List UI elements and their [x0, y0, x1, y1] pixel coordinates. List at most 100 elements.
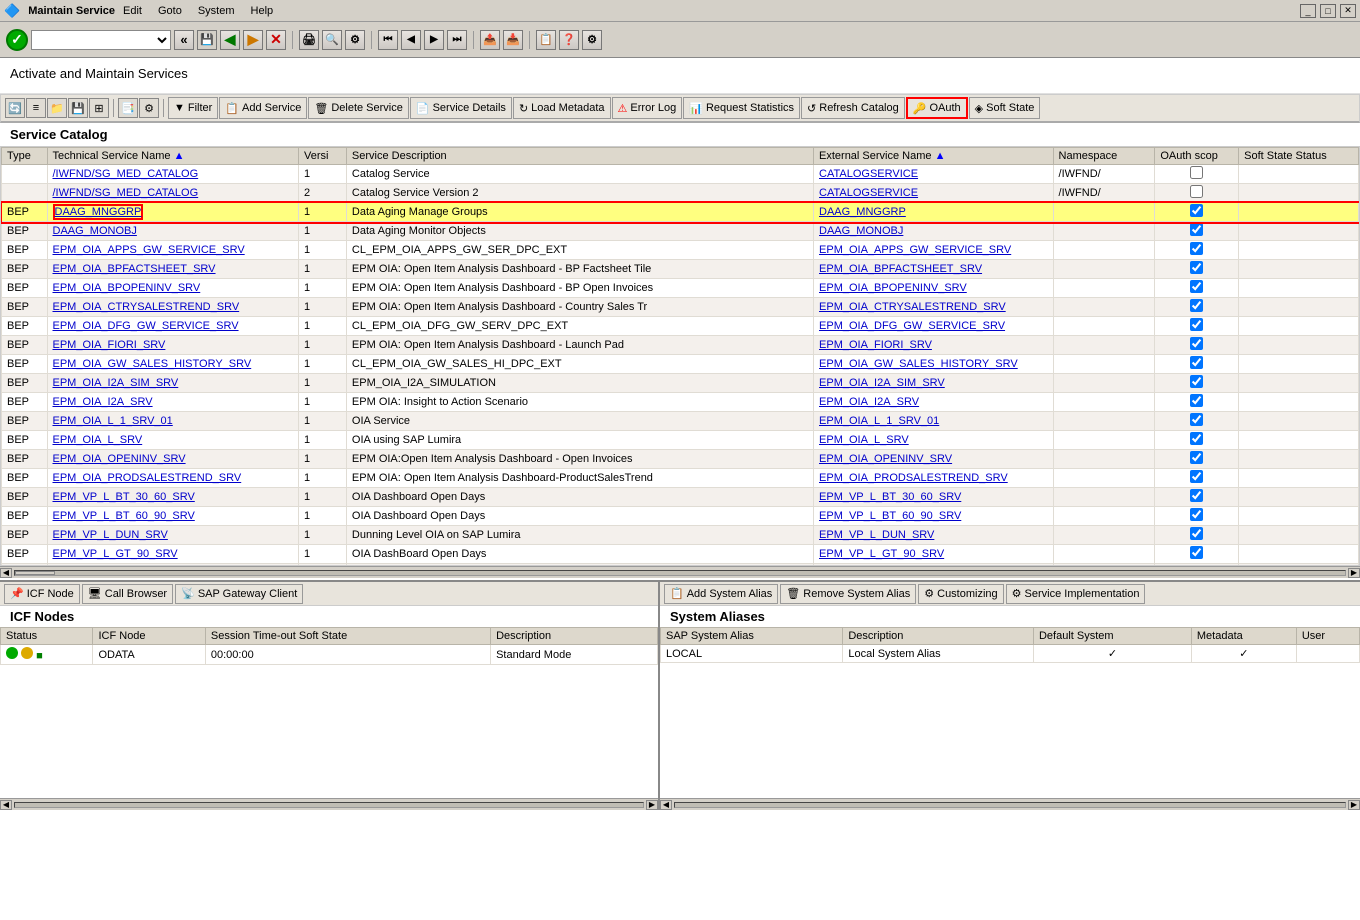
oauth-cell[interactable]	[1155, 488, 1239, 507]
tsn-cell[interactable]: EPM_OIA_L_SRV	[47, 431, 299, 450]
tsn-cell[interactable]: EPM_OIA_I2A_SRV	[47, 393, 299, 412]
esn-cell[interactable]: EPM_OIA_DFG_GW_SERVICE_SRV	[814, 317, 1054, 336]
menu-goto[interactable]: Goto	[158, 5, 182, 17]
table-row[interactable]: BEPDAAG_MNGGRP1Data Aging Manage GroupsD…	[2, 203, 1359, 222]
filter-icon-btn[interactable]: 🔄	[5, 98, 25, 118]
oauth-cell[interactable]	[1155, 355, 1239, 374]
esn-cell[interactable]: EPM_OIA_I2A_SRV	[814, 393, 1054, 412]
oauth-cell[interactable]	[1155, 165, 1239, 184]
oauth-checkbox[interactable]	[1190, 261, 1203, 274]
scroll-right-button[interactable]: ▶	[1348, 568, 1360, 578]
oauth-checkbox[interactable]	[1190, 299, 1203, 312]
esn-cell[interactable]: EPM_OIA_FIORI_SRV	[814, 336, 1054, 355]
tsn-cell[interactable]: EPM_OIA_BPOPENINV_SRV	[47, 279, 299, 298]
config-icon-btn[interactable]: ⚙	[139, 98, 159, 118]
request-statistics-button[interactable]: 📊 Request Statistics	[683, 97, 800, 119]
table-icon-btn[interactable]: 📑	[118, 98, 138, 118]
oauth-cell[interactable]	[1155, 374, 1239, 393]
table-row[interactable]: BEPEPM_VP_L_DUN_SRV1Dunning Level OIA on…	[2, 526, 1359, 545]
oauth-checkbox[interactable]	[1190, 394, 1203, 407]
oauth-cell[interactable]	[1155, 260, 1239, 279]
filter-button[interactable]: ▼ Filter	[168, 97, 218, 119]
back-button[interactable]: ◀	[220, 30, 240, 50]
service-implementation-tab[interactable]: ⚙ Service Implementation	[1006, 584, 1146, 604]
oauth-cell[interactable]	[1155, 336, 1239, 355]
tsn-cell[interactable]: EPM_VP_L_DUN_SRV	[47, 526, 299, 545]
oauth-checkbox[interactable]	[1190, 185, 1203, 198]
oauth-cell[interactable]	[1155, 203, 1239, 222]
esn-cell[interactable]: EPM_OIA_L_1_SRV_01	[814, 412, 1054, 431]
list-icon-btn[interactable]: ≡	[26, 98, 46, 118]
table-row[interactable]: BEPEPM_OIA_FIORI_SRV1EPM OIA: Open Item …	[2, 336, 1359, 355]
oauth-checkbox[interactable]	[1190, 375, 1203, 388]
oauth-checkbox[interactable]	[1190, 337, 1203, 350]
command-combo[interactable]	[31, 30, 171, 50]
esn-cell[interactable]: EPM_OIA_L_SRV	[814, 431, 1054, 450]
oauth-cell[interactable]	[1155, 317, 1239, 336]
right-scroll-left[interactable]: ◀	[660, 800, 672, 810]
oauth-cell[interactable]	[1155, 393, 1239, 412]
table-row[interactable]: /IWFND/SG_MED_CATALOG2Catalog Service Ve…	[2, 184, 1359, 203]
tsn-cell[interactable]: EPM_OIA_I2A_SIM_SRV	[47, 374, 299, 393]
stop-button[interactable]: ✕	[266, 30, 286, 50]
table-row[interactable]: BEPEPM_OIA_OPENINV_SRV1EPM OIA:Open Item…	[2, 450, 1359, 469]
add-system-alias-tab[interactable]: 📋 Add System Alias	[664, 584, 778, 604]
table-row[interactable]: BEPEPM_OIA_CTRYSALESTREND_SRV1EPM OIA: O…	[2, 298, 1359, 317]
table-row[interactable]: BEPEPM_OIA_GW_SALES_HISTORY_SRV1CL_EPM_O…	[2, 355, 1359, 374]
oauth-checkbox[interactable]	[1190, 451, 1203, 464]
right-scroll-track[interactable]	[674, 802, 1346, 808]
right-scroll-right[interactable]: ▶	[1348, 800, 1360, 810]
oauth-checkbox[interactable]	[1190, 489, 1203, 502]
table-row[interactable]: BEPEPM_OIA_PRODSALESTREND_SRV1EPM OIA: O…	[2, 469, 1359, 488]
menu-help[interactable]: Help	[251, 5, 274, 17]
table-row[interactable]: BEPEPM_OIA_L_SRV1OIA using SAP LumiraEPM…	[2, 431, 1359, 450]
tsn-cell[interactable]: EPM_OIA_L_1_SRV_01	[47, 412, 299, 431]
tsn-cell[interactable]: EPM_OIA_APPS_GW_SERVICE_SRV	[47, 241, 299, 260]
oauth-cell[interactable]	[1155, 184, 1239, 203]
oauth-checkbox[interactable]	[1190, 166, 1203, 179]
oauth-cell[interactable]	[1155, 241, 1239, 260]
oauth-checkbox[interactable]	[1190, 470, 1203, 483]
tsn-cell[interactable]: EPM_OIA_DFG_GW_SERVICE_SRV	[47, 317, 299, 336]
table-row[interactable]: BEPEPM_OIA_APPS_GW_SERVICE_SRV1CL_EPM_OI…	[2, 241, 1359, 260]
esn-cell[interactable]: EPM_VP_L_BT_30_60_SRV	[814, 488, 1054, 507]
oauth-checkbox[interactable]	[1190, 242, 1203, 255]
maximize-button[interactable]: □	[1320, 4, 1336, 18]
tree-icon-btn[interactable]: 📁	[47, 98, 67, 118]
load-metadata-button[interactable]: ↻ Load Metadata	[513, 97, 611, 119]
left-scroll-left[interactable]: ◀	[0, 800, 12, 810]
settings-button[interactable]: ⚙	[345, 30, 365, 50]
table-row[interactable]: /IWFND/SG_MED_CATALOG1Catalog ServiceCAT…	[2, 165, 1359, 184]
customize-button[interactable]: ⚙	[582, 30, 602, 50]
forward-button[interactable]: ▶	[243, 30, 263, 50]
nav2-button[interactable]: ◀	[401, 30, 421, 50]
esn-cell[interactable]: CATALOGSERVICE	[814, 165, 1054, 184]
oauth-checkbox[interactable]	[1190, 223, 1203, 236]
confirm-icon[interactable]: ✓	[6, 29, 28, 51]
oauth-cell[interactable]	[1155, 431, 1239, 450]
customizing-tab[interactable]: ⚙ Customizing	[918, 584, 1003, 604]
left-scroll-right[interactable]: ▶	[646, 800, 658, 810]
shortcut-button[interactable]: 📋	[536, 30, 556, 50]
oauth-cell[interactable]	[1155, 222, 1239, 241]
menu-system[interactable]: System	[198, 5, 235, 17]
save-button[interactable]: 💾	[197, 30, 217, 50]
tsn-cell[interactable]: EPM_OIA_PRODSALESTREND_SRV	[47, 469, 299, 488]
esn-cell[interactable]: DAAG_MNGGRP	[814, 203, 1054, 222]
esn-cell[interactable]: CATALOGSERVICE	[814, 184, 1054, 203]
help2-button[interactable]: ❓	[559, 30, 579, 50]
esn-cell[interactable]: EPM_OIA_BPOPENINV_SRV	[814, 279, 1054, 298]
esn-cell[interactable]: EPM_OIA_OPENINV_SRV	[814, 450, 1054, 469]
tsn-cell[interactable]: EPM_OIA_FIORI_SRV	[47, 336, 299, 355]
esn-cell[interactable]: EPM_OIA_I2A_SIM_SRV	[814, 374, 1054, 393]
esn-cell[interactable]: EPM_OIA_BPFACTSHEET_SRV	[814, 260, 1054, 279]
refresh-catalog-button[interactable]: ↺ Refresh Catalog	[801, 97, 905, 119]
esn-cell[interactable]: EPM_OIA_GW_SALES_HISTORY_SRV	[814, 355, 1054, 374]
oauth-cell[interactable]	[1155, 507, 1239, 526]
oauth-checkbox[interactable]	[1190, 280, 1203, 293]
left-scroll-track[interactable]	[14, 802, 644, 808]
icf-node-tab[interactable]: 📌 ICF Node	[4, 584, 80, 604]
table-row[interactable]: BEPDAAG_MONOBJ1Data Aging Monitor Object…	[2, 222, 1359, 241]
tsn-cell[interactable]: EPM_OIA_CTRYSALESTREND_SRV	[47, 298, 299, 317]
tsn-cell[interactable]: EPM_VP_L_BT_60_90_SRV	[47, 507, 299, 526]
